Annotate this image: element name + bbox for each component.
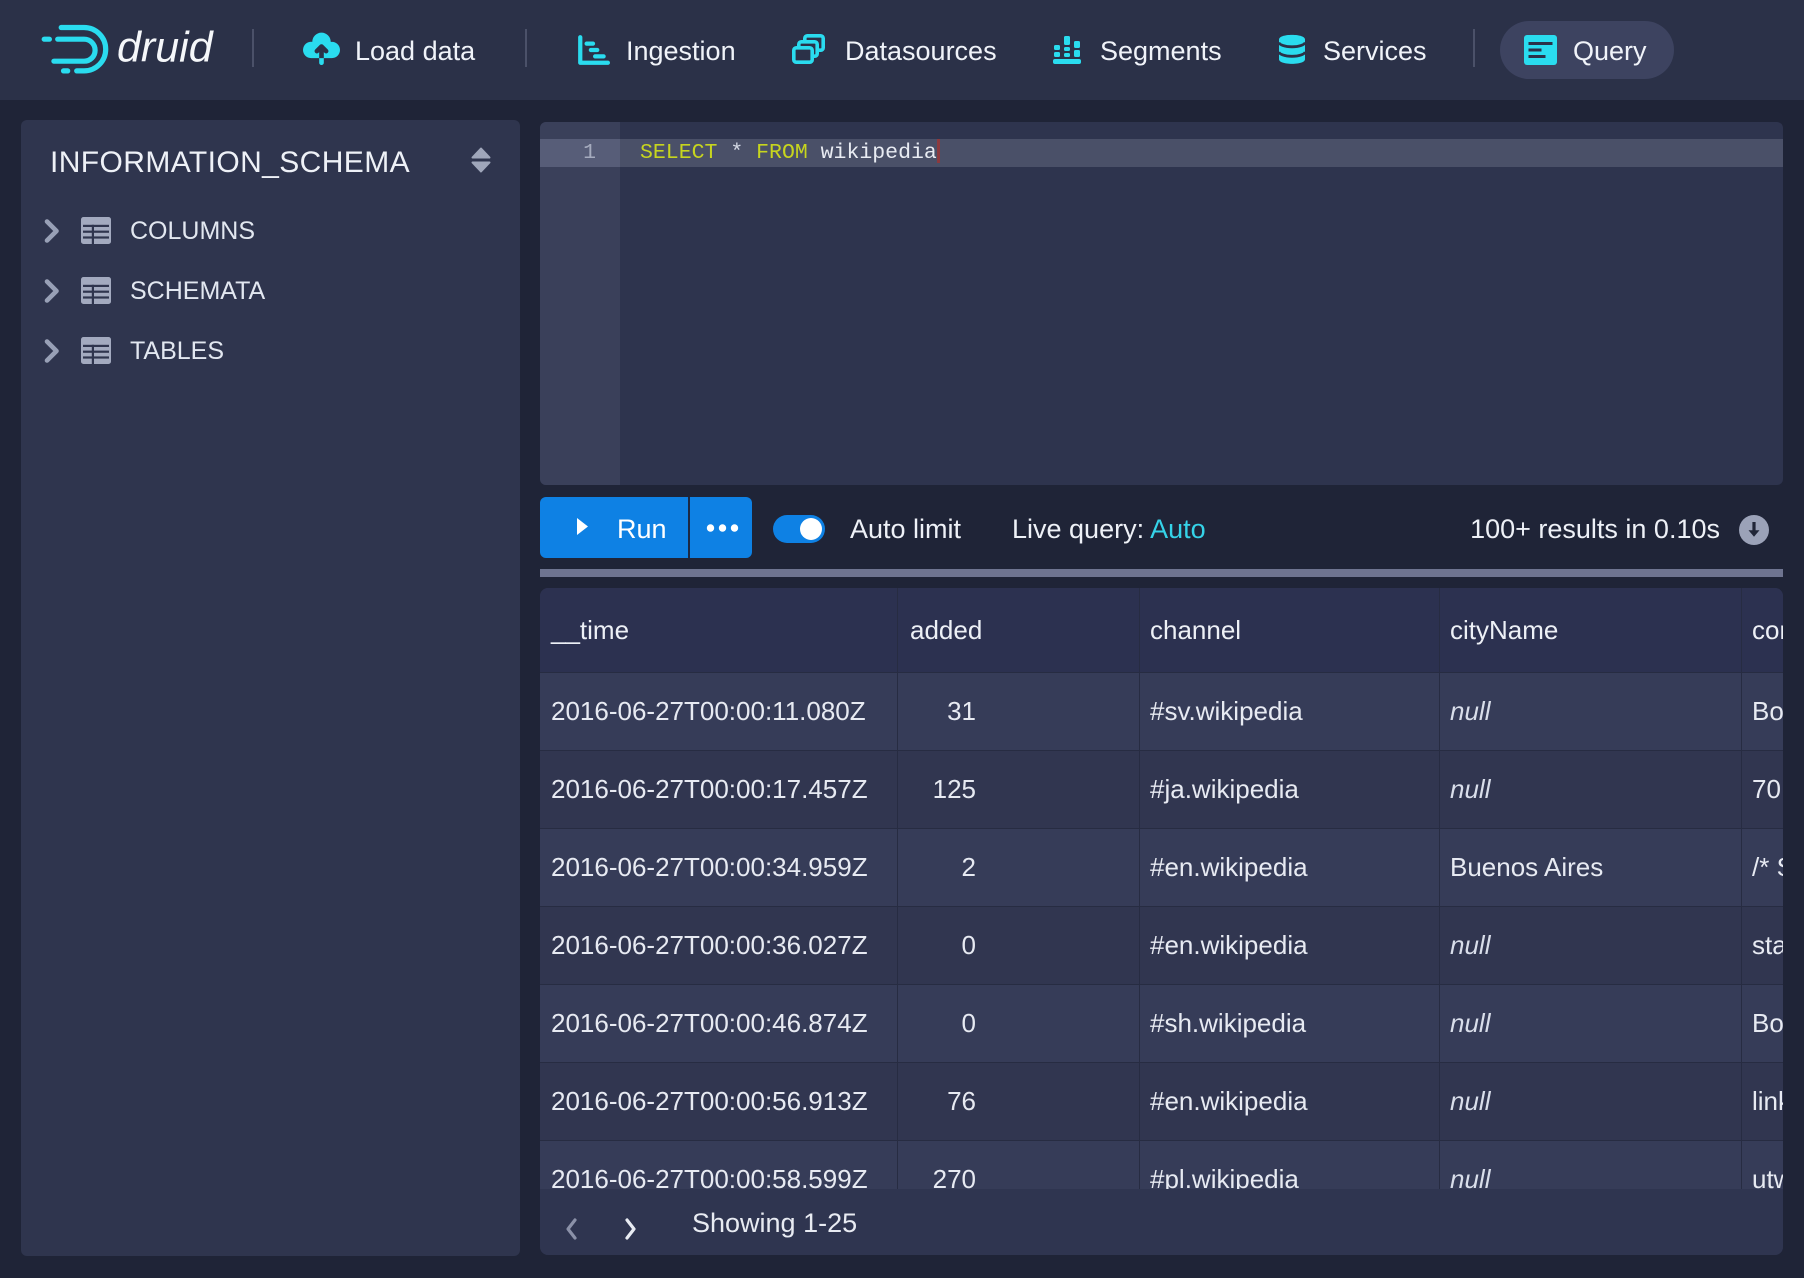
svg-text:druid: druid	[117, 24, 215, 72]
